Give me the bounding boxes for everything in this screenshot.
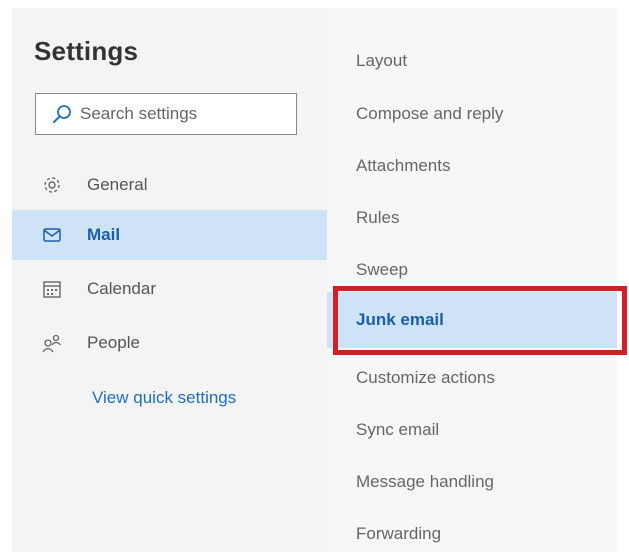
mail-settings-item-forwarding[interactable]: Forwarding xyxy=(327,508,617,560)
mail-settings-item-customize-actions[interactable]: Customize actions xyxy=(327,352,617,404)
nav-item-label: Calendar xyxy=(87,279,156,298)
mail-settings-item-sweep[interactable]: Sweep xyxy=(327,244,617,296)
mail-settings-item-message-handling[interactable]: Message handling xyxy=(327,456,617,508)
mail-icon xyxy=(40,223,64,247)
search-placeholder: Search settings xyxy=(80,104,198,123)
nav-item-label: General xyxy=(87,175,148,194)
gear-icon xyxy=(40,173,64,197)
nav-item-general[interactable]: General xyxy=(12,160,327,210)
view-quick-settings-link[interactable]: View quick settings xyxy=(92,388,236,408)
search-icon xyxy=(50,102,74,126)
nav-item-label: Mail xyxy=(87,225,121,244)
people-icon xyxy=(40,331,64,355)
mail-settings-item-attachments[interactable]: Attachments xyxy=(327,140,617,192)
mail-settings-item-junk-email[interactable]: Junk email xyxy=(327,292,617,348)
search-settings-input[interactable]: Search settings xyxy=(35,93,297,135)
mail-settings-item-compose-and-reply[interactable]: Compose and reply xyxy=(327,88,617,140)
nav-item-mail[interactable]: Mail xyxy=(12,210,327,260)
calendar-icon xyxy=(40,277,64,301)
page-title: Settings xyxy=(34,36,139,66)
nav-item-label: People xyxy=(87,333,140,352)
nav-item-calendar[interactable]: Calendar xyxy=(12,264,327,314)
nav-item-people[interactable]: People xyxy=(12,318,327,368)
mail-settings-item-sync-email[interactable]: Sync email xyxy=(327,404,617,456)
mail-settings-item-rules[interactable]: Rules xyxy=(327,192,617,244)
mail-settings-item-layout[interactable]: Layout xyxy=(327,35,617,87)
